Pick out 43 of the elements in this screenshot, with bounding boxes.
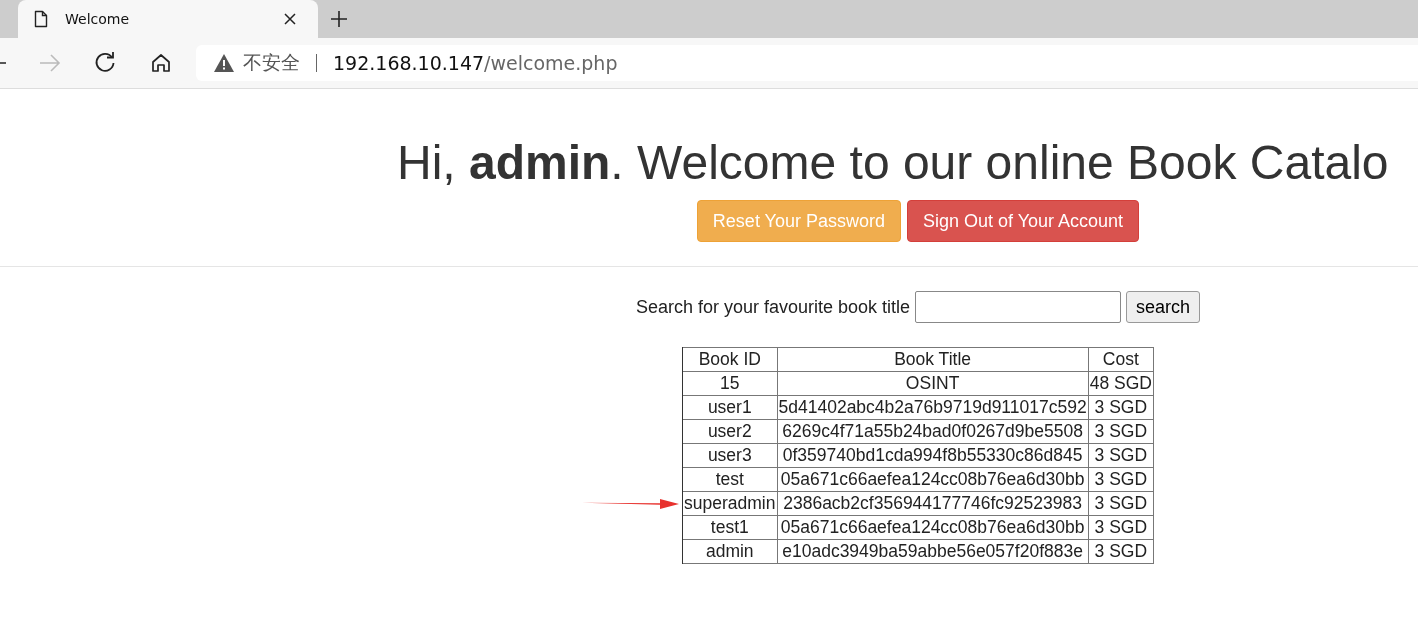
welcome-heading: Hi, admin. Welcome to our online Book Catalo	[397, 135, 1390, 190]
table-cell: 2386acb2cf356944177746fc92523983	[777, 491, 1089, 516]
security-label: 不安全	[243, 50, 300, 75]
sign-out-button[interactable]: Sign Out of Your Account	[906, 200, 1140, 242]
table-cell: 3 SGD	[1088, 539, 1154, 564]
close-icon[interactable]	[284, 13, 296, 25]
table-cell: 6269c4f71a55b24bad0f0267d9be5508	[777, 419, 1089, 444]
reload-icon[interactable]	[94, 52, 116, 74]
table-cell: test	[682, 467, 777, 492]
table-cell: test1	[682, 515, 777, 540]
table-cell: user3	[682, 443, 777, 468]
search-button[interactable]: search	[1126, 291, 1201, 323]
table-cell: 05a671c66aefea124cc08b76ea6d30bb	[777, 515, 1089, 540]
tab-title: Welcome	[65, 11, 131, 27]
search-field[interactable]	[915, 291, 1122, 323]
table-cell: 0f359740bd1cda994f8b55330c86d845	[777, 443, 1089, 468]
table-cell: 48 SGD	[1088, 371, 1154, 396]
table-cell: 3 SGD	[1088, 515, 1154, 540]
new-tab-icon[interactable]	[330, 10, 348, 28]
table-cell: user2	[682, 419, 777, 444]
table-cell: 3 SGD	[1088, 395, 1154, 420]
table-cell: 3 SGD	[1088, 443, 1154, 468]
table-cell: e10adc3949ba59abbe56e057f20f883e	[777, 539, 1089, 564]
page-icon[interactable]	[34, 10, 48, 28]
search-label: Search for your favourite book title	[635, 296, 911, 318]
home-icon[interactable]	[150, 52, 172, 74]
table-cell: admin	[682, 539, 777, 564]
column-header: Book Title	[777, 347, 1089, 372]
table-cell: OSINT	[777, 371, 1089, 396]
table-cell: 05a671c66aefea124cc08b76ea6d30bb	[777, 467, 1089, 492]
table-cell: 3 SGD	[1088, 491, 1154, 516]
url-text: 192.168.10.147/welcome.php	[333, 52, 618, 74]
table-cell: user1	[682, 395, 777, 420]
table-cell: 5d41402abc4b2a76b9719d911017c592	[777, 395, 1089, 420]
browser-tab[interactable]: Welcome	[18, 0, 318, 38]
table-cell: 3 SGD	[1088, 419, 1154, 444]
table-cell: 15	[682, 371, 777, 396]
table-cell: 3 SGD	[1088, 467, 1154, 492]
warning-icon[interactable]	[214, 54, 234, 72]
table-cell: superadmin	[682, 491, 777, 516]
address-bar[interactable]: 不安全 192.168.10.147/welcome.php	[196, 45, 1418, 81]
column-header: Cost	[1088, 347, 1154, 372]
column-header: Book ID	[682, 347, 777, 372]
